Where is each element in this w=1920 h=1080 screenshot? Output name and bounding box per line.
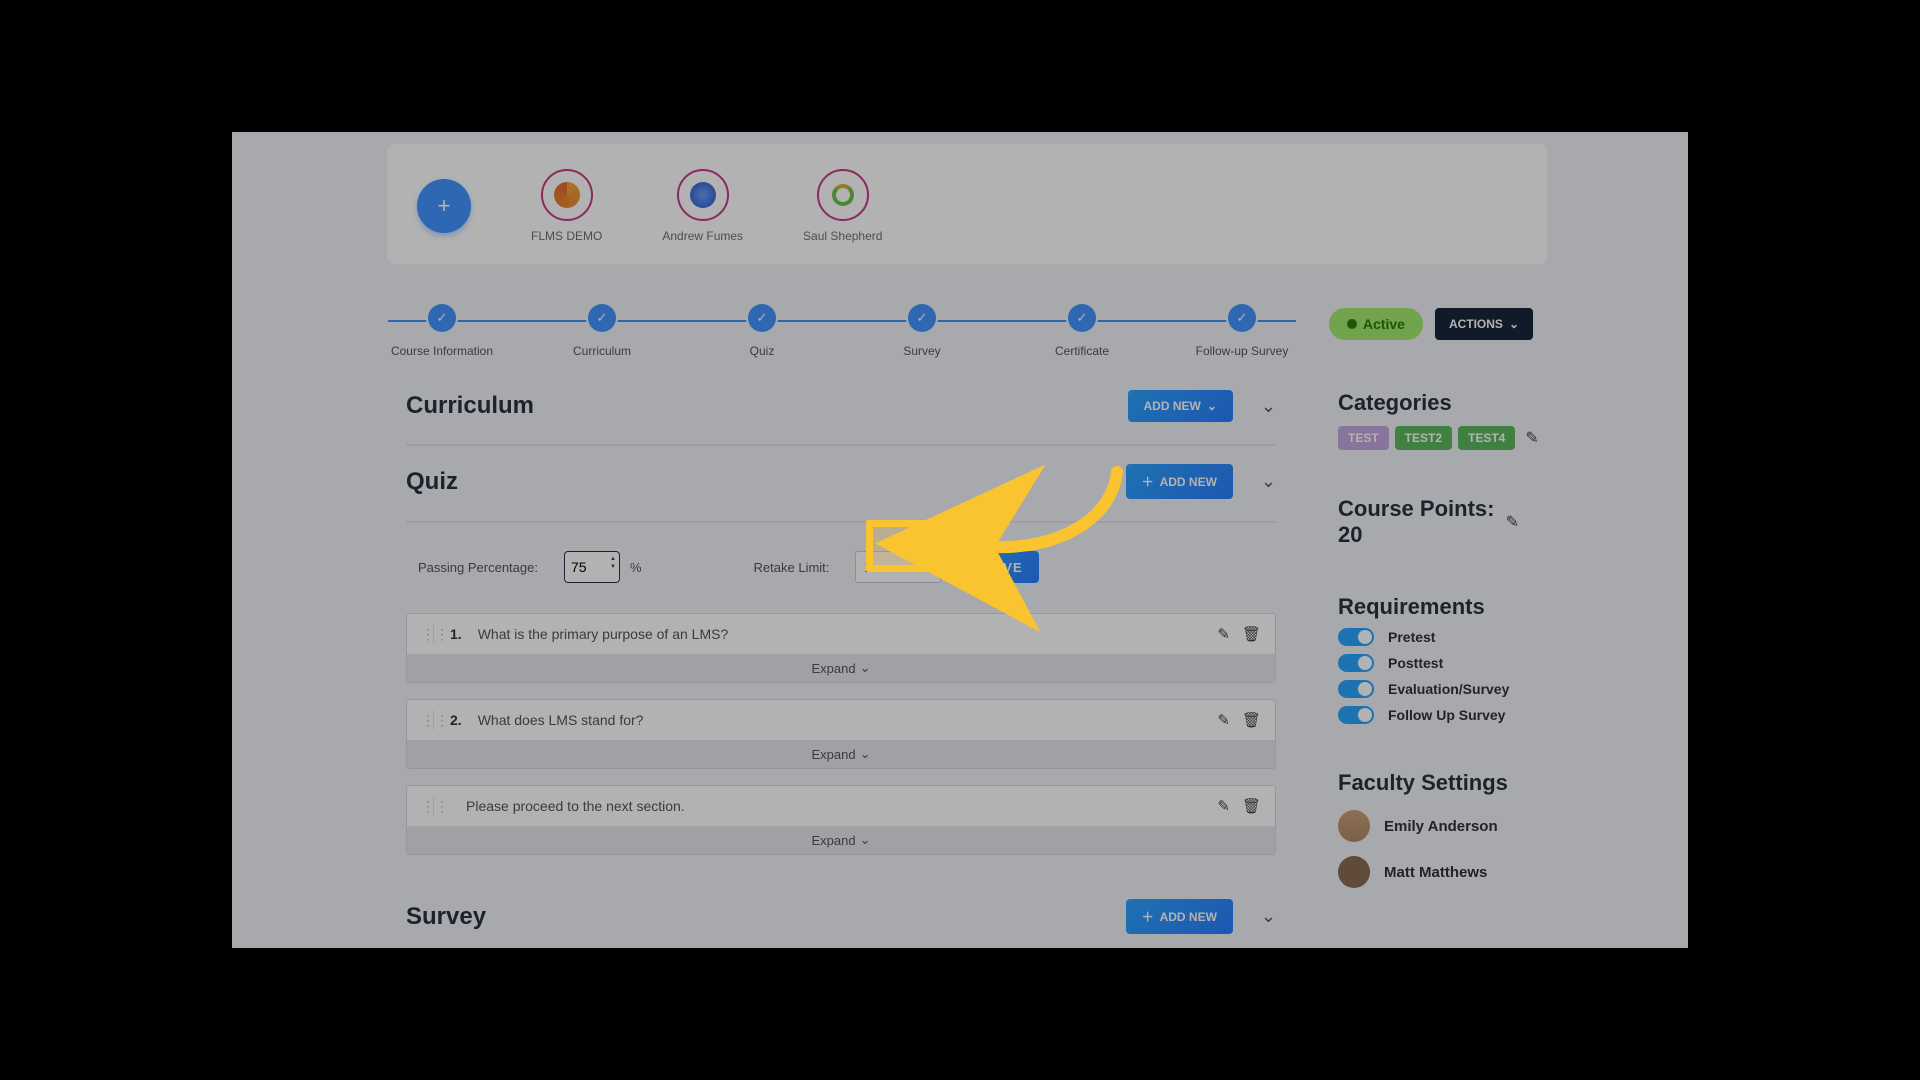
faculty-item[interactable]: Emily Anderson [1338,796,1519,842]
survey-header: Survey ＋ ADD NEW ⌄ [406,891,1276,948]
curriculum-header: Curriculum ADD NEW ⌄ ⌄ [406,382,1276,446]
requirement-item: Pretest [1338,628,1519,646]
quiz-title: Quiz [406,468,458,496]
chevron-down-icon[interactable]: ⌄ [1261,471,1276,492]
quiz-header: Quiz ＋ ADD NEW ⌄ [406,456,1276,523]
survey-title: Survey [406,903,486,931]
toggle-followup[interactable] [1338,706,1374,724]
curriculum-title: Curriculum [406,392,534,420]
toggle-evaluation[interactable] [1338,680,1374,698]
check-icon: ✓ [428,304,456,332]
expand-button[interactable]: Expand⌄ [407,740,1275,768]
edit-icon[interactable]: ✎ [1525,428,1538,448]
expand-button[interactable]: Expand⌄ [407,826,1275,854]
course-points-label: Course Points: 20 [1338,496,1496,548]
question-row: ⋮⋮ Please proceed to the next section. ✎… [406,785,1276,855]
retake-limit-label: Retake Limit: [754,560,830,575]
chevron-down-icon: ⌄ [1509,317,1519,331]
chevron-down-icon: ⌄ [860,832,871,848]
requirement-item: Evaluation/Survey [1338,680,1519,698]
check-icon: ✓ [1068,304,1096,332]
requirement-item: Posttest [1338,654,1519,672]
chevron-down-icon[interactable]: ⌄ [1261,396,1276,417]
edit-icon[interactable]: ✎ [1217,797,1230,815]
course-points-panel: Course Points: 20 ✎ [1338,492,1519,562]
question-text: What is the primary purpose of an LMS? [478,626,729,642]
delete-icon[interactable]: 🗑 [1242,625,1261,643]
question-row: ⋮⋮ 2. What does LMS stand for? ✎ 🗑 Expan… [406,699,1276,769]
step-course-information[interactable]: ✓ Course Information [382,304,502,358]
drag-handle-icon[interactable]: ⋮⋮ [421,710,434,730]
avatar-icon [1338,856,1370,888]
category-tag[interactable]: TEST2 [1395,426,1452,450]
step-followup-survey[interactable]: ✓ Follow-up Survey [1182,304,1302,358]
step-certificate[interactable]: ✓ Certificate [1022,304,1142,358]
chevron-down-icon: ⌄ [1207,399,1217,413]
requirement-item: Follow Up Survey [1338,706,1519,724]
highlight-box [866,520,956,572]
avatar-icon [1338,810,1370,842]
quiz-settings-row: Passing Percentage: ▲▼ % Retake Limit: S… [406,533,1276,613]
check-icon: ✓ [908,304,936,332]
chevron-down-icon[interactable]: ⌄ [1261,906,1276,927]
category-tag[interactable]: TEST [1338,426,1389,450]
profile-name: Andrew Fumes [662,229,743,243]
step-quiz[interactable]: ✓ Quiz [702,304,822,358]
requirements-title: Requirements [1338,594,1519,620]
stepper-icon[interactable]: ▲▼ [610,555,616,571]
add-new-quiz-button[interactable]: ＋ ADD NEW [1126,464,1233,499]
question-row: ⋮⋮ 1. What is the primary purpose of an … [406,613,1276,683]
toggle-posttest[interactable] [1338,654,1374,672]
add-new-curriculum-button[interactable]: ADD NEW ⌄ [1128,390,1233,422]
step-curriculum[interactable]: ✓ Curriculum [542,304,662,358]
profile-item[interactable]: FLMS DEMO [531,169,602,243]
chevron-down-icon: ⌄ [860,660,871,676]
faculty-title: Faculty Settings [1338,770,1519,796]
categories-title: Categories [1338,390,1519,416]
arrow-annotation [967,457,1137,577]
expand-button[interactable]: Expand⌄ [407,654,1275,682]
profile-item[interactable]: Andrew Fumes [662,169,743,243]
add-profile-button[interactable]: + [417,179,471,233]
passing-percentage-label: Passing Percentage: [418,560,538,575]
categories-panel: Categories TEST TEST2 TEST4 ✎ [1338,386,1519,464]
question-text: What does LMS stand for? [478,712,644,728]
faculty-panel: Faculty Settings Emily Anderson Matt Mat… [1338,766,1519,902]
requirements-panel: Requirements Pretest Posttest Evaluation… [1338,590,1519,738]
edit-icon[interactable]: ✎ [1506,512,1519,532]
drag-handle-icon[interactable]: ⋮⋮ [421,796,434,816]
faculty-item[interactable]: Matt Matthews [1338,842,1519,888]
profile-name: Saul Shepherd [803,229,882,243]
actions-button[interactable]: ACTIONS ⌄ [1435,308,1533,340]
check-icon: ✓ [1228,304,1256,332]
profiles-card: + FLMS DEMO Andrew Fumes Saul Shepherd [387,144,1547,264]
drag-handle-icon[interactable]: ⋮⋮ [421,624,434,644]
edit-icon[interactable]: ✎ [1217,625,1230,643]
edit-icon[interactable]: ✎ [1217,711,1230,729]
delete-icon[interactable]: 🗑 [1242,711,1261,729]
check-icon: ✓ [748,304,776,332]
plus-icon: ＋ [1142,908,1154,925]
toggle-pretest[interactable] [1338,628,1374,646]
delete-icon[interactable]: 🗑 [1242,797,1261,815]
profile-name: FLMS DEMO [531,229,602,243]
chevron-down-icon: ⌄ [860,746,871,762]
add-new-survey-button[interactable]: ＋ ADD NEW [1126,899,1233,934]
question-text: Please proceed to the next section. [466,798,685,814]
check-icon: ✓ [588,304,616,332]
course-stepper: ✓ Course Information ✓ Curriculum ✓ Quiz… [382,304,1302,374]
step-survey[interactable]: ✓ Survey [862,304,982,358]
plus-icon: ＋ [1142,473,1154,490]
status-badge: Active [1329,308,1423,340]
category-tag[interactable]: TEST4 [1458,426,1515,450]
profile-item[interactable]: Saul Shepherd [803,169,882,243]
